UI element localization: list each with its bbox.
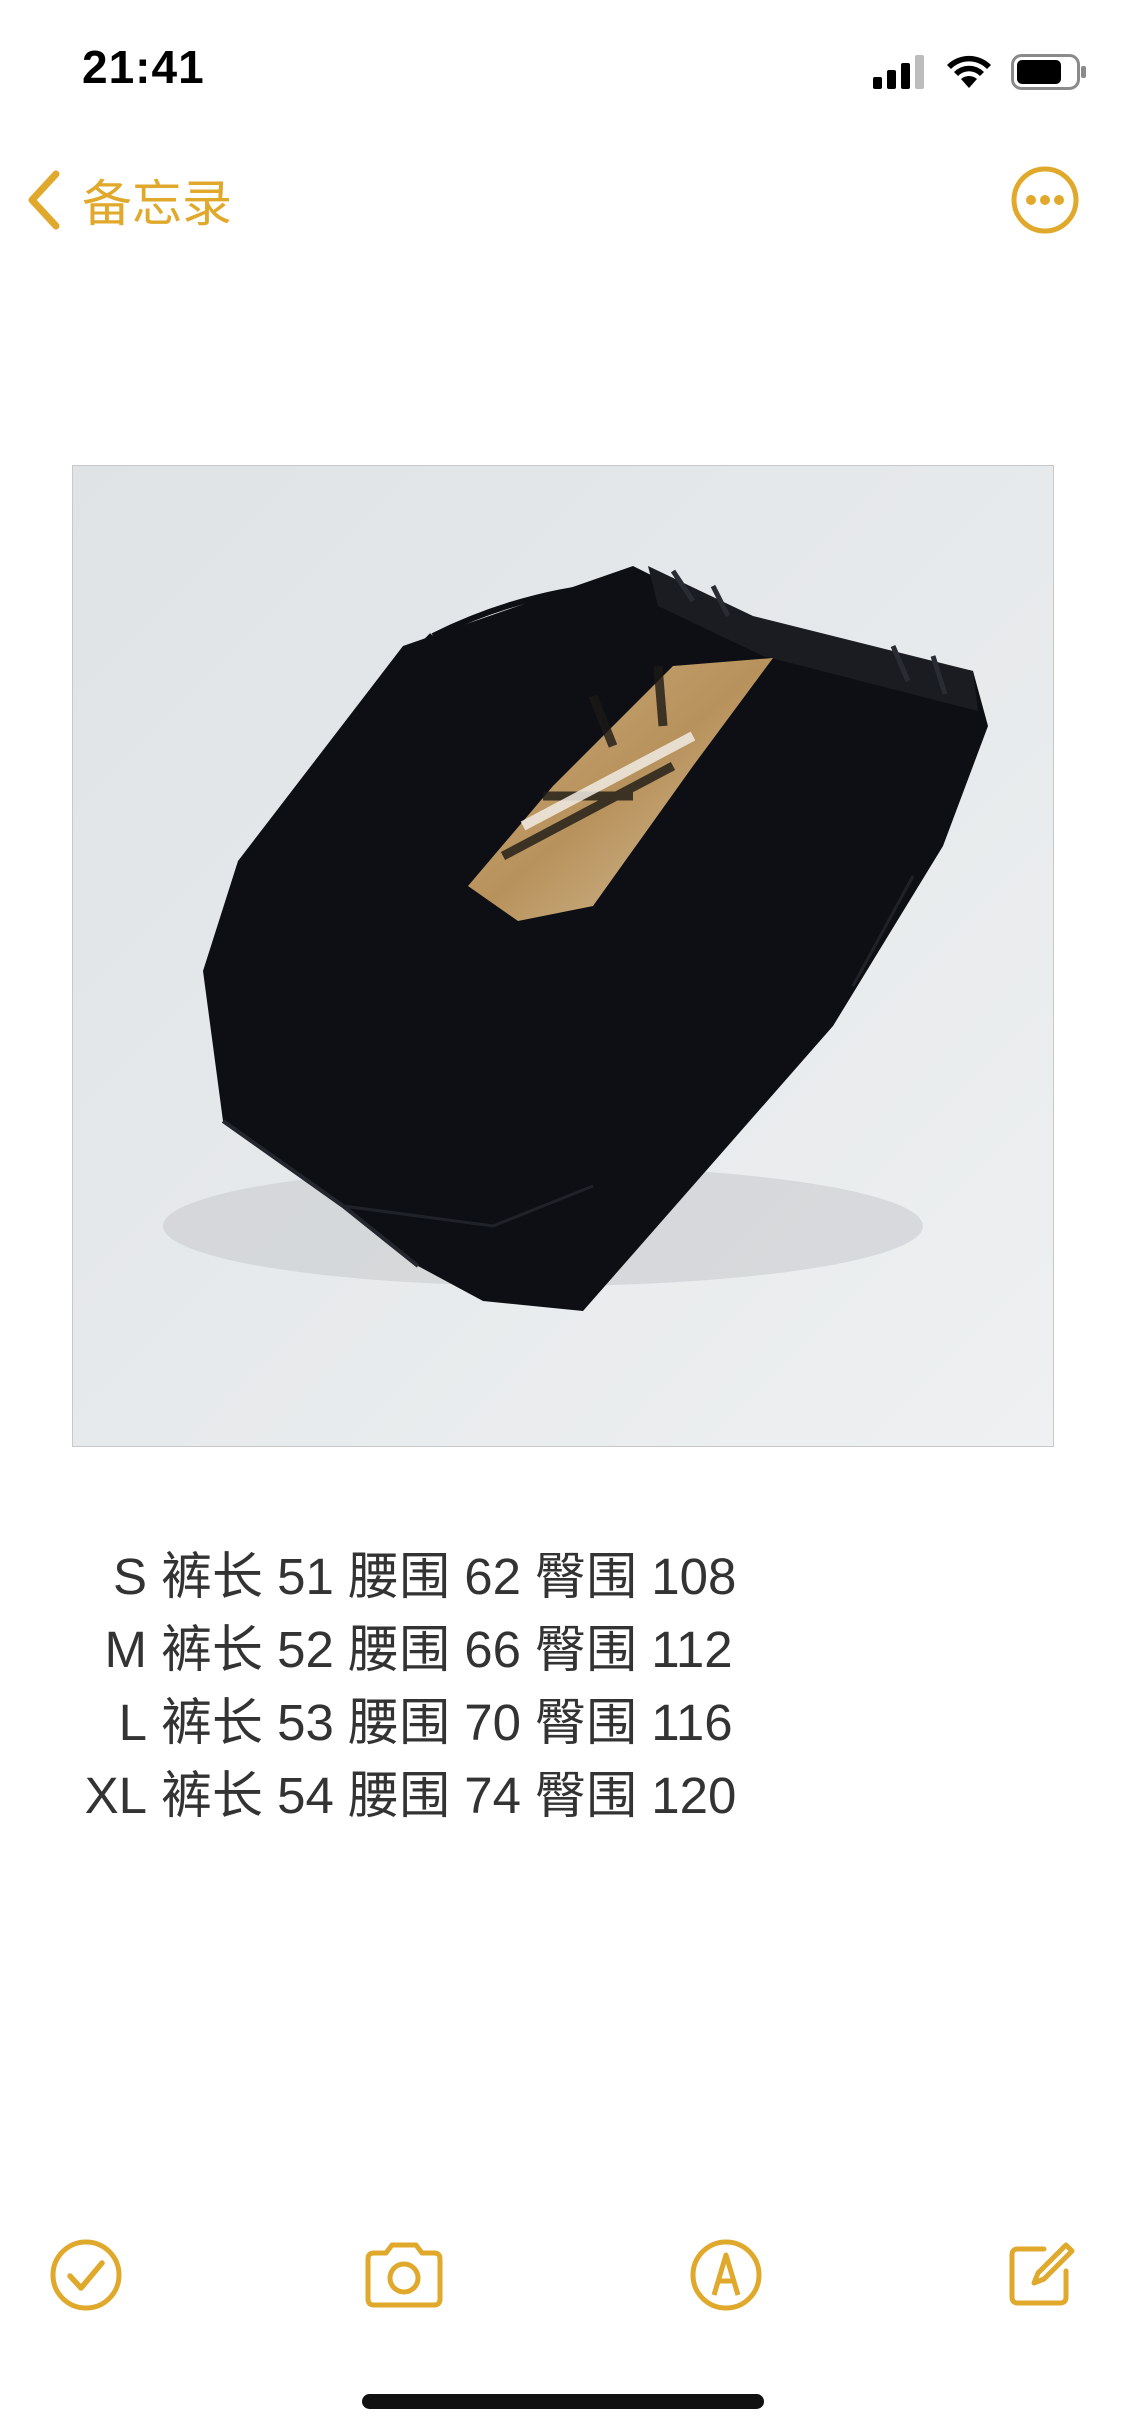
markup-icon — [690, 2239, 762, 2311]
size-measurements: 裤长 54 腰围 74 臀围 120 — [161, 1767, 737, 1824]
size-label: L — [118, 1694, 147, 1751]
size-row: XL 裤长 54 腰围 74 臀围 120 — [70, 1759, 790, 1832]
back-label: 备忘录 — [82, 175, 232, 233]
size-row: L 裤长 53 腰围 70 臀围 116 — [70, 1686, 790, 1759]
back-button[interactable]: 备忘录 — [22, 160, 232, 240]
battery-icon — [1011, 54, 1086, 90]
size-row: S 裤长 51 腰围 62 臀围 108 — [70, 1540, 790, 1613]
size-row: M 裤长 52 腰围 66 臀围 112 — [70, 1613, 790, 1686]
ellipsis-circle-icon — [1011, 166, 1079, 234]
status-bar: 21:41 — [0, 0, 1125, 140]
checklist-button[interactable] — [46, 2235, 126, 2315]
markup-button[interactable] — [686, 2235, 766, 2315]
compose-button[interactable] — [1000, 2235, 1080, 2315]
compose-icon — [1009, 2242, 1075, 2306]
size-label: M — [104, 1621, 147, 1678]
status-icons — [873, 52, 1087, 92]
camera-button[interactable] — [362, 2235, 443, 2315]
size-label: S — [112, 1548, 147, 1605]
navigation-bar: 备忘录 — [0, 140, 1125, 260]
note-body[interactable]: S 裤长 51 腰围 62 臀围 108 M 裤长 52 腰围 66 臀围 11… — [70, 1540, 790, 1832]
checklist-icon — [50, 2239, 122, 2311]
bottom-toolbar — [0, 2215, 1125, 2325]
chevron-left-icon — [28, 170, 60, 230]
size-measurements: 裤长 52 腰围 66 臀围 112 — [161, 1621, 733, 1678]
size-measurements: 裤长 53 腰围 70 臀围 116 — [161, 1694, 733, 1751]
status-time: 21:41 — [82, 41, 205, 93]
camera-icon — [365, 2242, 443, 2308]
shorts-photo — [73, 466, 1053, 1446]
cellular-signal-icon — [873, 55, 924, 89]
note-photo[interactable] — [72, 465, 1054, 1447]
more-options-button[interactable] — [1009, 164, 1081, 236]
home-indicator[interactable] — [362, 2394, 764, 2409]
size-label: XL — [84, 1767, 147, 1824]
size-measurements: 裤长 51 腰围 62 臀围 108 — [161, 1548, 737, 1605]
wifi-icon — [947, 55, 991, 88]
